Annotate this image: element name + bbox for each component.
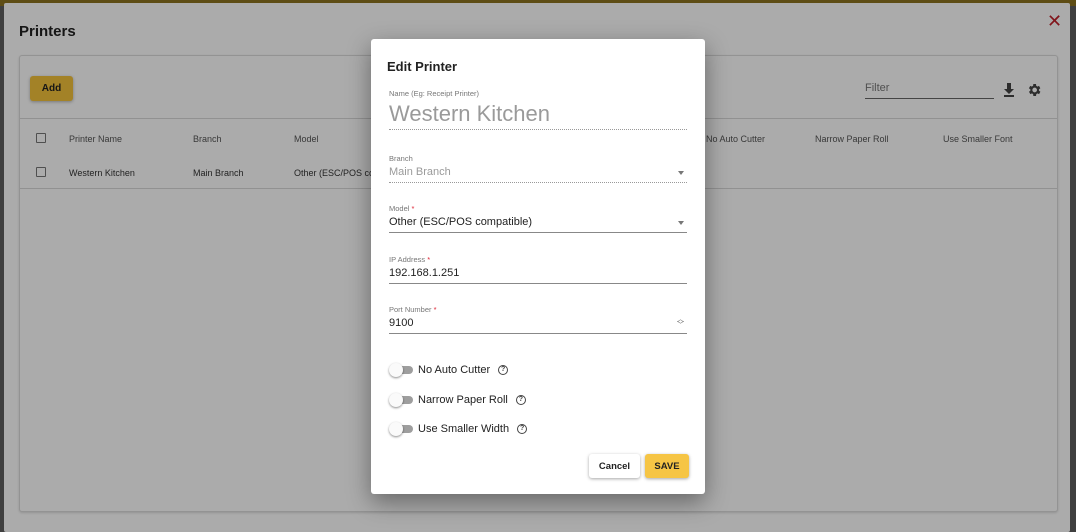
required-asterisk: * <box>433 305 437 314</box>
required-asterisk: * <box>411 204 415 213</box>
ip-address-field[interactable]: IP Address * 192.168.1.251 <box>389 255 687 284</box>
help-icon[interactable]: ? <box>515 395 526 405</box>
chevron-down-icon <box>678 171 684 175</box>
branch-field[interactable]: Branch Main Branch <box>389 154 687 183</box>
branch-select[interactable]: Main Branch <box>389 164 687 180</box>
chevron-down-icon <box>678 221 684 225</box>
toggle-label: Narrow Paper Roll <box>418 394 508 406</box>
help-icon[interactable]: ? <box>498 365 509 375</box>
name-underline <box>389 129 687 130</box>
cancel-button[interactable]: Cancel <box>589 454 640 478</box>
toggle-narrow-paper-roll[interactable]: Narrow Paper Roll ? <box>389 392 526 408</box>
branch-underline <box>389 182 687 183</box>
spinner-down-icon[interactable]: ﹀ <box>675 322 686 329</box>
ip-label: IP Address * <box>389 255 687 265</box>
help-icon[interactable]: ? <box>517 424 528 434</box>
toggle-label: No Auto Cutter <box>418 364 491 376</box>
model-field[interactable]: Model * Other (ESC/POS compatible) <box>389 204 687 233</box>
name-input[interactable]: Western Kitchen <box>389 101 687 127</box>
required-asterisk: * <box>427 255 431 264</box>
save-button[interactable]: SAVE <box>645 454 689 478</box>
toggle-label: Use Smaller Width <box>418 423 510 435</box>
edit-printer-dialog: Edit Printer Name (Eg: Receipt Printer) … <box>371 39 705 494</box>
port-label-text: Port Number <box>389 305 432 314</box>
toggle-use-smaller-width[interactable]: Use Smaller Width ? <box>389 421 528 437</box>
narrow-paper-roll-switch[interactable] <box>389 393 413 407</box>
name-label: Name (Eg: Receipt Printer) <box>389 89 480 98</box>
toggle-no-auto-cutter[interactable]: No Auto Cutter ? <box>389 362 509 378</box>
name-field[interactable]: Name (Eg: Receipt Printer) Western Kitch… <box>389 89 687 130</box>
ip-address-input[interactable]: 192.168.1.251 <box>389 265 687 281</box>
port-label: Port Number * <box>389 305 687 315</box>
use-smaller-width-switch[interactable] <box>389 422 413 436</box>
ip-underline <box>389 283 687 284</box>
port-number-input[interactable]: 9100 <box>389 315 687 331</box>
no-auto-cutter-switch[interactable] <box>389 363 413 377</box>
dialog-title: Edit Printer <box>387 59 458 74</box>
branch-label: Branch <box>389 154 413 163</box>
ip-label-text: IP Address <box>389 255 426 264</box>
port-number-field[interactable]: Port Number * 9100 ︿ ﹀ <box>389 305 687 334</box>
model-underline <box>389 232 687 233</box>
port-underline <box>389 333 687 334</box>
model-select[interactable]: Other (ESC/POS compatible) <box>389 214 687 230</box>
model-label-text: Model <box>389 204 410 213</box>
model-label: Model * <box>389 204 687 214</box>
number-spinner[interactable]: ︿ ﹀ <box>675 316 686 330</box>
